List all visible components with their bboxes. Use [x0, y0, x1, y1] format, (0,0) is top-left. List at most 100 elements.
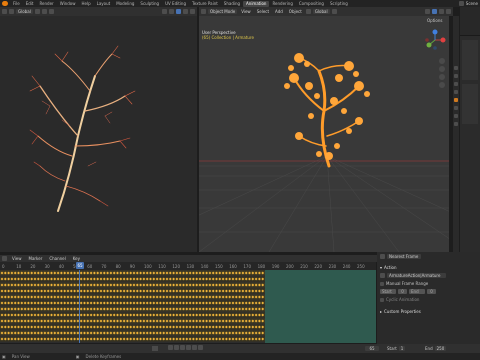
frame-range-end: End 250	[425, 346, 447, 351]
ruler-tick-label: 160	[229, 264, 237, 269]
object-tab-icon[interactable]	[454, 98, 458, 102]
menu-channel[interactable]: Channel	[47, 256, 67, 261]
left-viewport[interactable]	[0, 16, 197, 252]
editor-type-icon[interactable]	[2, 9, 7, 14]
ruler-tick-label: 0	[2, 264, 5, 269]
prev-key-icon[interactable]	[174, 345, 179, 350]
tab-shading[interactable]: Shading	[221, 1, 243, 7]
scene-tab-icon[interactable]	[454, 90, 458, 94]
modifier-tab-icon[interactable]	[454, 106, 458, 110]
mode-dropdown[interactable]: Object Mode	[208, 9, 238, 14]
pan-hand-icon[interactable]	[439, 66, 445, 72]
custom-properties-title[interactable]: Custom Properties	[384, 309, 421, 314]
navigation-gizmo[interactable]	[423, 28, 447, 52]
frame-ruler[interactable]: 0102030405060708090100110120130140150160…	[0, 262, 376, 270]
pivot-icon[interactable]	[34, 9, 40, 14]
tab-texture-paint[interactable]: Texture Paint	[189, 1, 221, 7]
current-frame-field[interactable]: 65	[365, 346, 379, 351]
output-tab-icon[interactable]	[454, 82, 458, 86]
xray-icon[interactable]	[176, 9, 181, 14]
zoom-icon[interactable]	[439, 58, 445, 64]
action-name-field[interactable]: ArmatureAction|Armature	[387, 273, 446, 278]
shading-solid-icon[interactable]	[446, 9, 451, 14]
visibility-icon[interactable]	[162, 9, 167, 14]
action-section-title[interactable]: Action	[384, 265, 397, 270]
overlay-icon[interactable]	[439, 9, 444, 14]
record-icon[interactable]	[152, 346, 158, 351]
end-label: End	[409, 289, 425, 294]
move-icon[interactable]	[305, 9, 311, 14]
tab-layout[interactable]: Layout	[94, 1, 114, 7]
ruler-tick-label: 190	[272, 264, 280, 269]
outliner[interactable]	[460, 7, 480, 36]
move-icon[interactable]	[9, 9, 14, 14]
tab-rendering[interactable]: Rendering	[269, 1, 295, 7]
play-reverse-icon[interactable]	[180, 345, 185, 350]
tab-animation[interactable]: Animation	[243, 0, 270, 7]
playhead-line[interactable]	[79, 270, 80, 343]
play-icon[interactable]	[186, 345, 191, 350]
expand-chevron-icon[interactable]: ▾	[380, 265, 382, 270]
start-frame-field[interactable]: 0	[398, 289, 407, 294]
tab-modeling[interactable]: Modeling	[113, 1, 137, 7]
transform-orientation-dropdown[interactable]: Global	[16, 9, 33, 14]
snap-icon[interactable]	[331, 9, 337, 14]
proportional-icon[interactable]	[48, 9, 54, 14]
manual-range-checkbox[interactable]	[380, 281, 384, 286]
jump-end-icon[interactable]	[198, 345, 203, 350]
tab-compositing[interactable]: Compositing	[296, 1, 327, 7]
tool-tab-icon[interactable]	[454, 66, 458, 70]
next-key-icon[interactable]	[192, 345, 197, 350]
start-field[interactable]: 1	[398, 346, 406, 351]
render-tab-icon[interactable]	[454, 74, 458, 78]
shading-solid-icon[interactable]	[183, 9, 188, 14]
tab-scripting[interactable]: Scripting	[327, 1, 351, 7]
current-frame-indicator[interactable]: 65	[76, 262, 84, 269]
menu-add[interactable]: Add	[273, 9, 285, 14]
selected-armature-tree	[284, 53, 370, 168]
menu-render[interactable]: Render	[36, 1, 56, 7]
collapse-chevron-icon[interactable]: ▸	[380, 309, 382, 314]
menu-key[interactable]: Key	[71, 256, 82, 261]
transform-orientation-dropdown[interactable]: Global	[312, 9, 330, 14]
right-viewport[interactable]: User Perspective (65) Collection | Armat…	[199, 16, 449, 252]
blender-logo-icon[interactable]	[2, 1, 8, 6]
data-tab-icon[interactable]	[454, 122, 458, 126]
right-options-button[interactable]: Options	[427, 18, 442, 23]
dopesheet-body[interactable]	[0, 270, 376, 343]
grid-icon[interactable]	[439, 82, 445, 88]
snap-icon[interactable]	[41, 9, 47, 14]
snap-icon[interactable]	[380, 254, 385, 259]
gizmo-icon[interactable]	[432, 9, 437, 14]
tab-sculpting[interactable]: Sculpting	[137, 1, 162, 7]
overlay-icon[interactable]	[169, 9, 174, 14]
end-field[interactable]: 250	[434, 346, 447, 351]
menu-file[interactable]: File	[10, 1, 23, 7]
jump-start-icon[interactable]	[168, 345, 173, 350]
menu-window[interactable]: Window	[57, 1, 79, 7]
menu-view[interactable]: View	[10, 256, 24, 261]
menu-marker[interactable]: Marker	[27, 256, 45, 261]
ruler-tick-label: 240	[343, 264, 351, 269]
camera-icon[interactable]	[439, 74, 445, 80]
properties-panel[interactable]	[462, 40, 478, 80]
editor-type-icon[interactable]	[2, 256, 7, 261]
scene-name[interactable]: Scene	[466, 1, 478, 6]
ruler-tick-label: 10	[16, 264, 22, 269]
end-frame-field[interactable]: 0	[427, 289, 436, 294]
shading-material-icon[interactable]	[190, 9, 195, 14]
left-viewport-header: Global	[0, 7, 197, 16]
menu-select[interactable]: Select	[255, 9, 271, 14]
menu-help[interactable]: Help	[78, 1, 93, 7]
menu-object[interactable]: Object	[287, 9, 304, 14]
snap-mode-dropdown[interactable]: Nearest Frame	[387, 254, 421, 259]
tab-uv-editing[interactable]: UV Editing	[162, 1, 189, 7]
visibility-icon[interactable]	[425, 9, 430, 14]
frame-range: Start 1	[387, 346, 406, 351]
cyclic-checkbox[interactable]	[380, 297, 384, 302]
physics-tab-icon[interactable]	[454, 114, 458, 118]
editor-type-icon[interactable]	[201, 9, 206, 14]
properties-panel-2[interactable]	[462, 84, 478, 124]
menu-view[interactable]: View	[239, 9, 253, 14]
menu-edit[interactable]: Edit	[23, 1, 37, 7]
